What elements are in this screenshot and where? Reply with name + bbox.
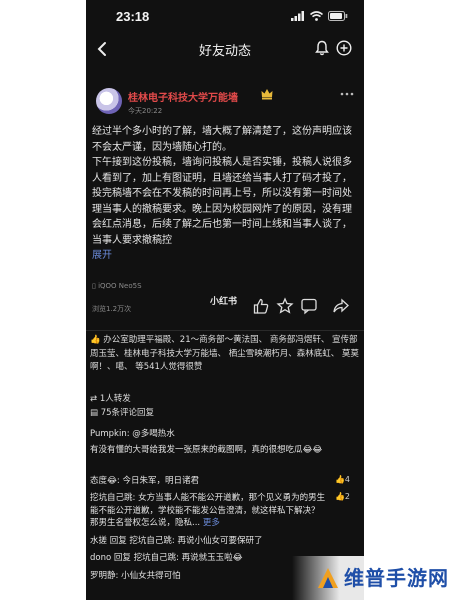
add-circle-icon[interactable] (336, 40, 352, 56)
comment-item[interactable]: 挖坑自己跳: 女方当事人能不能公开道歉，那个见义勇为的男生能不能公开道歉，学校能… (90, 492, 330, 530)
comment-item[interactable]: 态度😂: 今日朱军，明日诸君 (90, 475, 330, 488)
comment-count[interactable]: ▤ 75条评论回复 (90, 406, 154, 420)
nav-bar: 好友动态 (86, 32, 364, 66)
comment-icon[interactable] (300, 297, 318, 315)
post-time: 今天20:22 (128, 107, 163, 115)
comment-text: dono 回复 挖坑自己跳: 再说就玉玉啦😂 (90, 553, 243, 563)
like-small-icon: 👍 (334, 475, 345, 484)
comment-text: 罗明静: 小仙女共得可怕 (90, 571, 181, 581)
favorite-icon[interactable] (276, 297, 294, 315)
like-small-icon: 👍 (334, 492, 345, 501)
view-count: 浏览1.2万次 (92, 305, 132, 313)
like-count: 2 (344, 492, 350, 501)
status-icons (291, 10, 348, 22)
expand-link[interactable]: 展开 (92, 250, 112, 261)
post-paragraph: 下午接到这份投稿，墙询问投稿人是否实锤，投稿人说很多人看到了，加上有图证明，且墙… (92, 155, 358, 248)
comment-item[interactable]: 有没有懂的大哥给我发一张原来的截图啊，真的很想吃瓜😂😂 (90, 444, 358, 457)
comment-item[interactable]: Pumpkin: @多喝热水 (90, 428, 358, 441)
bell-icon[interactable] (314, 40, 330, 56)
divider (86, 330, 364, 331)
thumbs-up-icon: 👍 (90, 335, 101, 345)
watermark-text: 小红书 (210, 297, 238, 307)
battery-icon (328, 11, 348, 21)
crown-badge-icon (261, 89, 273, 100)
comment-text: Pumpkin: @多喝热水 (90, 429, 175, 439)
comment-text: 态度😂: 今日朱军，明日诸君 (90, 476, 199, 486)
comment-like-count[interactable]: 👍4 (335, 475, 350, 484)
repost-icon: ⇄ (90, 394, 98, 404)
share-icon[interactable] (332, 297, 350, 315)
status-time: 23:18 (116, 9, 150, 24)
comment-like-count[interactable]: 👍2 (335, 492, 350, 501)
phone-icon: ▯ (92, 282, 96, 290)
site-watermark-banner: 维普手游网 (292, 556, 450, 600)
share-count[interactable]: ⇄ 1人转发 (90, 392, 154, 406)
signal-icon (291, 11, 304, 21)
comment-more-link[interactable]: 更多 (203, 518, 220, 528)
device-name: iQOO Neo5S (98, 282, 142, 290)
phone-screen: 23:18 好友动态 桂林电子科技大学万能墙 今天20:22 经过半个多小时的了… (86, 0, 364, 600)
comment-small-icon: ▤ (90, 408, 99, 418)
site-watermark-text: 维普手游网 (344, 566, 449, 590)
device-label: ▯ iQOO Neo5S (92, 282, 142, 290)
game-site-logo-icon (318, 568, 338, 588)
like-icon[interactable] (252, 297, 270, 315)
like-count: 4 (344, 475, 350, 484)
post-paragraph: 经过半个多小时的了解，墙大概了解清楚了，这份声明应该不会太严谨，因为墙随心打的。 (92, 126, 352, 153)
wifi-icon (310, 11, 323, 21)
post-paragraph-text: 下午接到这份投稿，墙询问投稿人是否实锤，投稿人说很多人看到了，加上有图证明，且墙… (92, 157, 352, 246)
post-header: 桂林电子科技大学万能墙 今天20:22 (86, 86, 364, 122)
avatar[interactable] (96, 88, 122, 114)
likes-summary: 👍 办公室助理平福殿、21～商务部～黄法国、 商务部冯熠轩、 宣传部周玉莹、桂林… (90, 334, 360, 375)
comment-text: 水搓 回复 挖坑自己跳: 再说小仙女可要保研了 (90, 536, 263, 546)
post-stats: ⇄ 1人转发 ▤ 75条评论回复 (90, 392, 154, 420)
share-count-text: 1人转发 (99, 394, 131, 404)
likes-text[interactable]: 办公室助理平福殿、21～商务部～黄法国、 商务部冯熠轩、 宣传部周玉莹、桂林电子… (90, 335, 359, 372)
comment-text: 有没有懂的大哥给我发一张原来的截图啊，真的很想吃瓜😂😂 (90, 445, 323, 455)
comment-item[interactable]: 水搓 回复 挖坑自己跳: 再说小仙女可要保研了 (90, 535, 358, 548)
more-options-icon[interactable] (340, 92, 354, 96)
author-name[interactable]: 桂林电子科技大学万能墙 (128, 89, 238, 104)
status-bar: 23:18 (86, 0, 364, 32)
comment-count-text: 75条评论回复 (100, 408, 155, 418)
post-body: 经过半个多小时的了解，墙大概了解清楚了，这份声明应该不会太严谨，因为墙随心打的。… (92, 124, 358, 264)
